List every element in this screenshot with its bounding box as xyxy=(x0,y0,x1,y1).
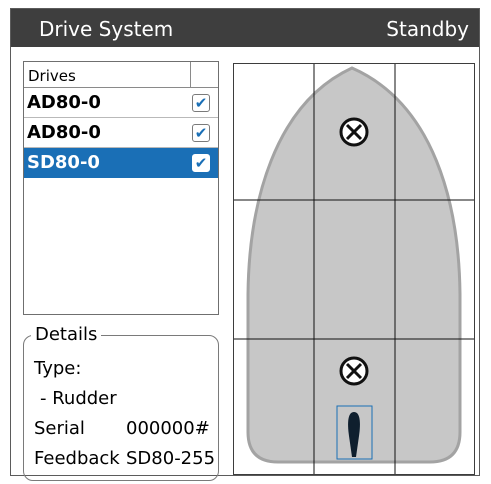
details-group: Details Type: - Rudder Serial 000000# Fe… xyxy=(23,324,219,481)
drive-row[interactable]: AD80-0 ✔ xyxy=(24,118,218,148)
type-value: - Rudder xyxy=(40,388,117,409)
feedback-value: SD80-255 xyxy=(126,448,216,469)
drive-position-icon[interactable] xyxy=(339,117,369,147)
status-label: Standby xyxy=(386,17,469,41)
serial-label: Serial xyxy=(34,418,85,439)
boat-diagram xyxy=(234,64,474,474)
serial-value: 000000# xyxy=(126,418,210,439)
check-icon: ✔ xyxy=(194,124,208,142)
boat-drive-layout xyxy=(233,63,475,475)
feedback-label: Feedback xyxy=(34,448,120,469)
title-bar: Drive System Standby xyxy=(11,9,479,47)
drives-column-header: Drives xyxy=(28,67,76,85)
drive-enable-checkbox[interactable]: ✔ xyxy=(192,124,210,142)
drive-row[interactable]: AD80-0 ✔ xyxy=(24,88,218,118)
details-legend: Details xyxy=(31,324,102,345)
drive-system-dialog: Drive System Standby Drives AD80-0 ✔ AD8… xyxy=(10,8,480,481)
drives-list[interactable]: Drives AD80-0 ✔ AD80-0 ✔ SD80-0 ✔ xyxy=(23,61,219,315)
drive-position-icon[interactable] xyxy=(339,356,369,386)
drive-name: AD80-0 xyxy=(27,122,101,143)
drive-name: AD80-0 xyxy=(27,92,101,113)
type-label: Type: xyxy=(34,358,82,379)
drive-name: SD80-0 xyxy=(27,152,100,173)
check-icon: ✔ xyxy=(194,154,208,172)
dialog-title: Drive System xyxy=(39,17,174,41)
drive-enable-checkbox[interactable]: ✔ xyxy=(192,94,210,112)
drives-list-header: Drives xyxy=(24,62,218,88)
column-divider xyxy=(190,62,191,88)
drive-enable-checkbox[interactable]: ✔ xyxy=(192,154,210,172)
drive-row-selected[interactable]: SD80-0 ✔ xyxy=(24,148,218,178)
check-icon: ✔ xyxy=(194,94,208,112)
